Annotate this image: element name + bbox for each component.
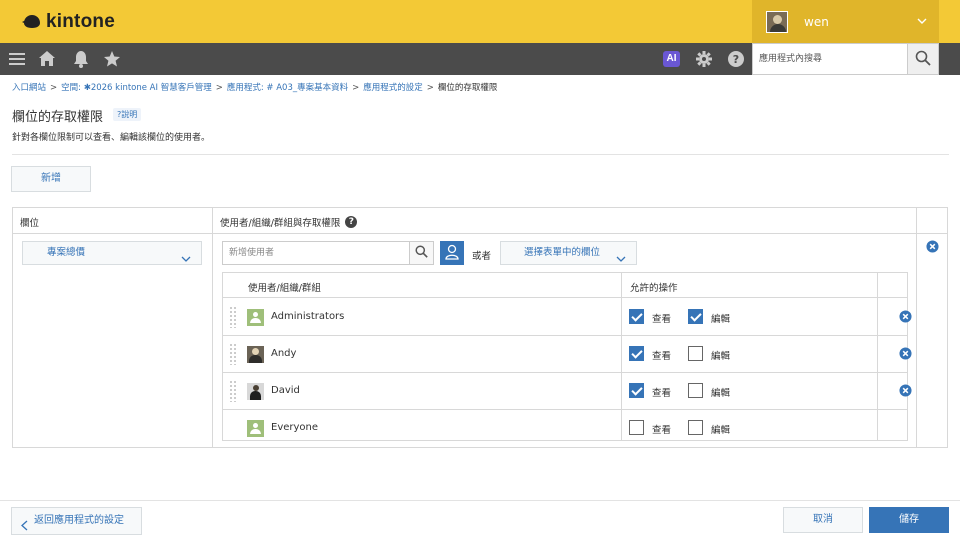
search-icon [415, 245, 428, 261]
header-permissions-label: 使用者/組織/群組與存取權限 [220, 218, 341, 229]
user-avatar [247, 383, 264, 400]
edit-checkbox[interactable] [688, 420, 703, 435]
entity-name: Administrators [271, 311, 345, 322]
remove-row-button[interactable] [899, 384, 912, 400]
entity-name: Everyone [271, 422, 319, 433]
entity-name: Andy [271, 348, 297, 359]
group-icon [247, 420, 264, 437]
footer-divider [0, 500, 960, 501]
kintone-logo[interactable]: kintone [22, 10, 115, 34]
field-permission-table: 欄位 使用者/組織/群組與存取權限 ? 專案總價 或者 選擇表單中的欄位 [12, 207, 948, 448]
header-field: 欄位 [20, 218, 40, 229]
search-button[interactable] [907, 43, 939, 75]
edit-checkbox[interactable] [688, 309, 703, 324]
page-subtitle: 針對各欄位限制可以查看、編輯該欄位的使用者。 [12, 133, 211, 143]
view-label: 查看 [652, 425, 672, 436]
back-button-label: 返回應用程式的設定 [34, 515, 124, 526]
table-header: 欄位 使用者/組織/群組與存取權限 ? [13, 208, 947, 234]
table-row: David 查看 編輯 [223, 373, 912, 410]
user-menu[interactable]: wen [752, 0, 939, 43]
chevron-down-icon [917, 15, 927, 29]
drag-handle[interactable] [229, 306, 237, 328]
user-name: wen [804, 14, 829, 29]
help-icon[interactable]: ? [727, 50, 745, 68]
user-search-button[interactable] [409, 241, 434, 265]
column-divider [212, 208, 213, 447]
field-select-value: 專案總價 [47, 247, 86, 258]
chevron-down-icon [616, 250, 626, 272]
table-row: Administrators 查看 編輯 [223, 299, 912, 336]
breadcrumb-app[interactable]: 應用程式: # A03_專案基本資料 [227, 83, 348, 93]
help-link[interactable]: ?說明 [113, 108, 142, 121]
drag-handle[interactable] [229, 343, 237, 365]
user-icon [444, 244, 460, 263]
divider [12, 154, 949, 155]
logo-text: kintone [46, 11, 115, 32]
entity-name: David [271, 385, 300, 396]
user-picker-button[interactable] [440, 241, 464, 265]
kintone-logo-icon [22, 14, 42, 30]
header-permissions: 使用者/組織/群組與存取權限 ? [220, 215, 358, 229]
ai-assistant-button[interactable]: AI [663, 51, 680, 67]
breadcrumb-app-settings[interactable]: 應用程式的設定 [363, 83, 423, 93]
add-user-input[interactable] [222, 241, 410, 265]
edit-checkbox[interactable] [688, 383, 703, 398]
question-icon[interactable]: ? [345, 216, 358, 228]
form-field-select[interactable]: 選擇表單中的欄位 [500, 241, 637, 265]
user-avatar [247, 346, 264, 363]
drag-handle[interactable] [229, 380, 237, 402]
breadcrumb-portal[interactable]: 入口網站 [12, 83, 46, 93]
breadcrumb-current: 欄位的存取權限 [437, 83, 498, 93]
search-icon [915, 50, 931, 69]
view-label: 查看 [652, 388, 672, 399]
permission-table-header: 使用者/組織/群組 允許的操作 [223, 273, 907, 298]
save-button[interactable]: 儲存 [869, 507, 949, 533]
star-icon[interactable] [103, 50, 121, 68]
field-select[interactable]: 專案總價 [22, 241, 202, 265]
or-label: 或者 [472, 251, 492, 262]
cancel-button[interactable]: 取消 [783, 507, 863, 533]
menu-icon[interactable] [8, 50, 26, 68]
edit-checkbox[interactable] [688, 346, 703, 361]
table-row: Andy 查看 編輯 [223, 336, 912, 373]
bell-icon[interactable] [72, 50, 90, 68]
edit-label: 編輯 [711, 314, 731, 325]
add-button[interactable]: 新增 [11, 166, 91, 192]
breadcrumb-space[interactable]: 空間: ✱2026 kintone AI 智慧客戶管理 [61, 83, 212, 93]
app-search-input[interactable] [752, 43, 908, 75]
view-checkbox[interactable] [629, 420, 644, 435]
home-icon[interactable] [38, 50, 56, 68]
form-field-select-label: 選擇表單中的欄位 [524, 247, 601, 258]
table-row: Everyone 查看 編輯 [223, 410, 907, 447]
view-checkbox[interactable] [629, 346, 644, 361]
top-bar: kintone wen [0, 0, 960, 43]
back-to-settings-button[interactable]: 返回應用程式的設定 [11, 507, 142, 535]
chevron-down-icon [181, 250, 191, 272]
remove-row-button[interactable] [899, 310, 912, 326]
view-label: 查看 [652, 351, 672, 362]
edit-label: 編輯 [711, 388, 731, 399]
edit-label: 編輯 [711, 351, 731, 362]
page-title: 欄位的存取權限 [12, 110, 104, 125]
column-divider [916, 208, 917, 447]
header-entity: 使用者/組織/群組 [248, 283, 321, 294]
svg-text:?: ? [733, 53, 739, 66]
breadcrumb: 入口網站 > 空間: ✱2026 kintone AI 智慧客戶管理 > 應用程式: #… [12, 83, 498, 93]
header-actions: 允許的操作 [630, 283, 678, 294]
view-label: 查看 [652, 314, 672, 325]
gear-icon[interactable] [695, 50, 713, 68]
chevron-left-icon [21, 516, 28, 542]
group-icon [247, 309, 264, 326]
user-avatar [766, 10, 788, 33]
remove-field-button[interactable] [926, 240, 939, 256]
view-checkbox[interactable] [629, 383, 644, 398]
permission-table: 使用者/組織/群組 允許的操作 Administrators 查看 編輯 And… [222, 272, 912, 441]
edit-label: 編輯 [711, 425, 731, 436]
remove-row-button[interactable] [899, 347, 912, 363]
view-checkbox[interactable] [629, 309, 644, 324]
